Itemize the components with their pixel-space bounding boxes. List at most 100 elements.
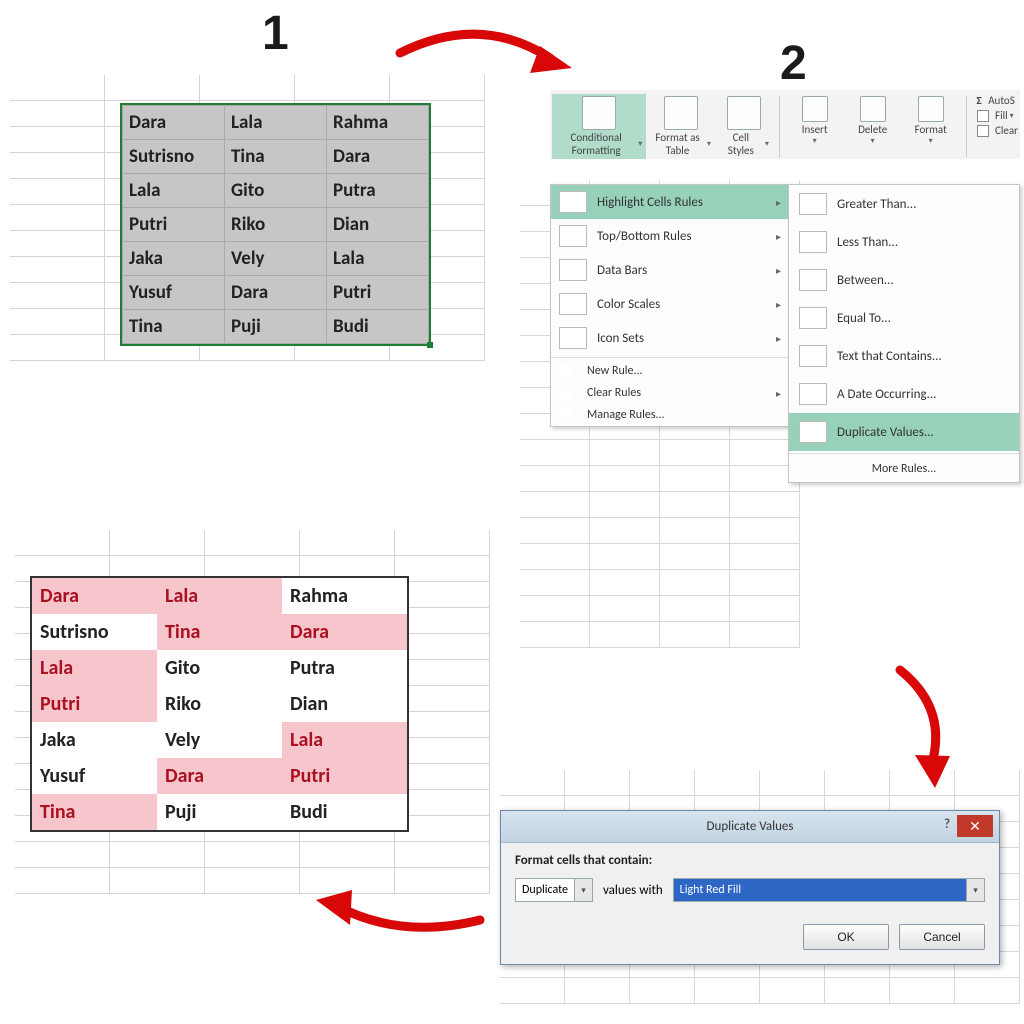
duplicate-mode-combo[interactable]: Duplicate▾: [515, 878, 593, 902]
cell[interactable]: Lala: [32, 650, 157, 686]
autosum-button[interactable]: Σ AutoS: [977, 94, 1018, 107]
cell[interactable]: Putri: [327, 276, 429, 310]
fill-button[interactable]: Fill▾: [977, 109, 1018, 122]
cell[interactable]: Dian: [327, 208, 429, 242]
menu-highlight-cells-rules[interactable]: Highlight Cells Rules▸: [551, 185, 789, 219]
cell[interactable]: Jaka: [123, 242, 225, 276]
cell[interactable]: Dara: [225, 276, 327, 310]
cell[interactable]: Rahma: [282, 578, 407, 614]
conditional-formatting-menu: Highlight Cells Rules▸ Top/Bottom Rules▸…: [550, 184, 790, 427]
cell[interactable]: Lala: [157, 578, 282, 614]
duplicate-values-icon: [799, 421, 827, 443]
submenu-text-contains[interactable]: Text that Contains...: [789, 337, 1019, 375]
cell[interactable]: Dara: [157, 758, 282, 794]
format-as-table-icon: [664, 96, 698, 130]
menu-new-rule[interactable]: New Rule...: [551, 360, 789, 382]
new-rule-icon: [559, 364, 573, 378]
cell-styles-button[interactable]: Cell Styles▾: [715, 94, 773, 159]
cell[interactable]: Dian: [282, 686, 407, 722]
cancel-button[interactable]: Cancel: [899, 924, 985, 950]
dialog-prompt: Format cells that contain:: [515, 853, 985, 868]
cell[interactable]: Lala: [123, 174, 225, 208]
submenu-more-rules[interactable]: More Rules...: [789, 456, 1019, 482]
cell[interactable]: Putri: [282, 758, 407, 794]
cell[interactable]: Budi: [327, 310, 429, 344]
icon-sets-icon: [559, 327, 587, 349]
cell[interactable]: Lala: [282, 722, 407, 758]
menu-color-scales[interactable]: Color Scales▸: [551, 287, 789, 321]
dialog-title: Duplicate Values: [707, 819, 794, 834]
menu-manage-rules[interactable]: Manage Rules...: [551, 404, 789, 426]
submenu-less-than[interactable]: Less Than...: [789, 223, 1019, 261]
cell[interactable]: Rahma: [327, 106, 429, 140]
submenu-greater-than[interactable]: Greater Than...: [789, 185, 1019, 223]
dialog-help-button[interactable]: ?: [937, 817, 957, 835]
selected-range[interactable]: DaraLalaRahmaSutrisnoTinaDaraLalaGitoPut…: [120, 103, 431, 346]
cell[interactable]: Dara: [32, 578, 157, 614]
step-1-label: 1: [262, 6, 289, 61]
format-as-table-button[interactable]: Format as Table▾: [646, 94, 715, 159]
menu-top-bottom-rules[interactable]: Top/Bottom Rules▸: [551, 219, 789, 253]
ok-button[interactable]: OK: [803, 924, 889, 950]
submenu-equal-to[interactable]: Equal To...: [789, 299, 1019, 337]
cell[interactable]: Puji: [157, 794, 282, 830]
fill-icon: [977, 110, 989, 122]
chevron-down-icon: ▾: [966, 879, 984, 901]
cell[interactable]: Tina: [123, 310, 225, 344]
menu-data-bars[interactable]: Data Bars▸: [551, 253, 789, 287]
cell[interactable]: Lala: [327, 242, 429, 276]
cell[interactable]: Jaka: [32, 722, 157, 758]
format-style-combo[interactable]: Light Red Fill▾: [673, 878, 985, 902]
submenu-between[interactable]: Between...: [789, 261, 1019, 299]
menu-icon-sets[interactable]: Icon Sets▸: [551, 321, 789, 355]
cell[interactable]: Dara: [282, 614, 407, 650]
cell[interactable]: Gito: [225, 174, 327, 208]
result-range: DaraLalaRahmaSutrisnoTinaDaraLalaGitoPut…: [30, 576, 409, 832]
cell[interactable]: Sutrisno: [32, 614, 157, 650]
clear-button[interactable]: Clear: [977, 124, 1018, 137]
duplicate-values-dialog: Duplicate Values ? ✕ Format cells that c…: [500, 810, 1000, 965]
between-icon: [799, 269, 827, 291]
highlight-cells-icon: [559, 191, 587, 213]
cell[interactable]: Tina: [32, 794, 157, 830]
cell[interactable]: Vely: [157, 722, 282, 758]
submenu-date-occurring[interactable]: A Date Occurring...: [789, 375, 1019, 413]
delete-button[interactable]: Delete▾: [844, 94, 902, 148]
cell[interactable]: Lala: [225, 106, 327, 140]
cell[interactable]: Putri: [123, 208, 225, 242]
submenu-duplicate-values[interactable]: Duplicate Values...: [789, 413, 1019, 451]
values-with-label: values with: [603, 883, 663, 898]
dialog-close-button[interactable]: ✕: [957, 815, 993, 837]
step-2-label: 2: [780, 36, 807, 91]
cell[interactable]: Putra: [327, 174, 429, 208]
conditional-formatting-icon: [582, 96, 616, 130]
highlight-cells-submenu: Greater Than... Less Than... Between... …: [788, 184, 1020, 483]
format-button[interactable]: Format▾: [902, 94, 960, 148]
dialog-titlebar[interactable]: Duplicate Values ? ✕: [501, 811, 999, 843]
cell[interactable]: Riko: [225, 208, 327, 242]
cell[interactable]: Dara: [123, 106, 225, 140]
insert-icon: [802, 96, 828, 122]
insert-button[interactable]: Insert▾: [786, 94, 844, 148]
menu-clear-rules[interactable]: Clear Rules▸: [551, 382, 789, 404]
cell[interactable]: Yusuf: [32, 758, 157, 794]
cell[interactable]: Yusuf: [123, 276, 225, 310]
cell[interactable]: Riko: [157, 686, 282, 722]
chevron-down-icon: ▾: [574, 879, 592, 901]
cell[interactable]: Puji: [225, 310, 327, 344]
cell[interactable]: Gito: [157, 650, 282, 686]
cell[interactable]: Sutrisno: [123, 140, 225, 174]
equal-to-icon: [799, 307, 827, 329]
manage-rules-icon: [559, 408, 573, 422]
cell[interactable]: Tina: [157, 614, 282, 650]
cell[interactable]: Vely: [225, 242, 327, 276]
greater-than-icon: [799, 193, 827, 215]
clear-icon: [977, 125, 989, 137]
conditional-formatting-button[interactable]: Conditional Formatting▾: [552, 94, 646, 159]
cell[interactable]: Dara: [327, 140, 429, 174]
cell[interactable]: Budi: [282, 794, 407, 830]
selection-handle[interactable]: [427, 342, 433, 348]
cell[interactable]: Putra: [282, 650, 407, 686]
cell[interactable]: Tina: [225, 140, 327, 174]
cell[interactable]: Putri: [32, 686, 157, 722]
